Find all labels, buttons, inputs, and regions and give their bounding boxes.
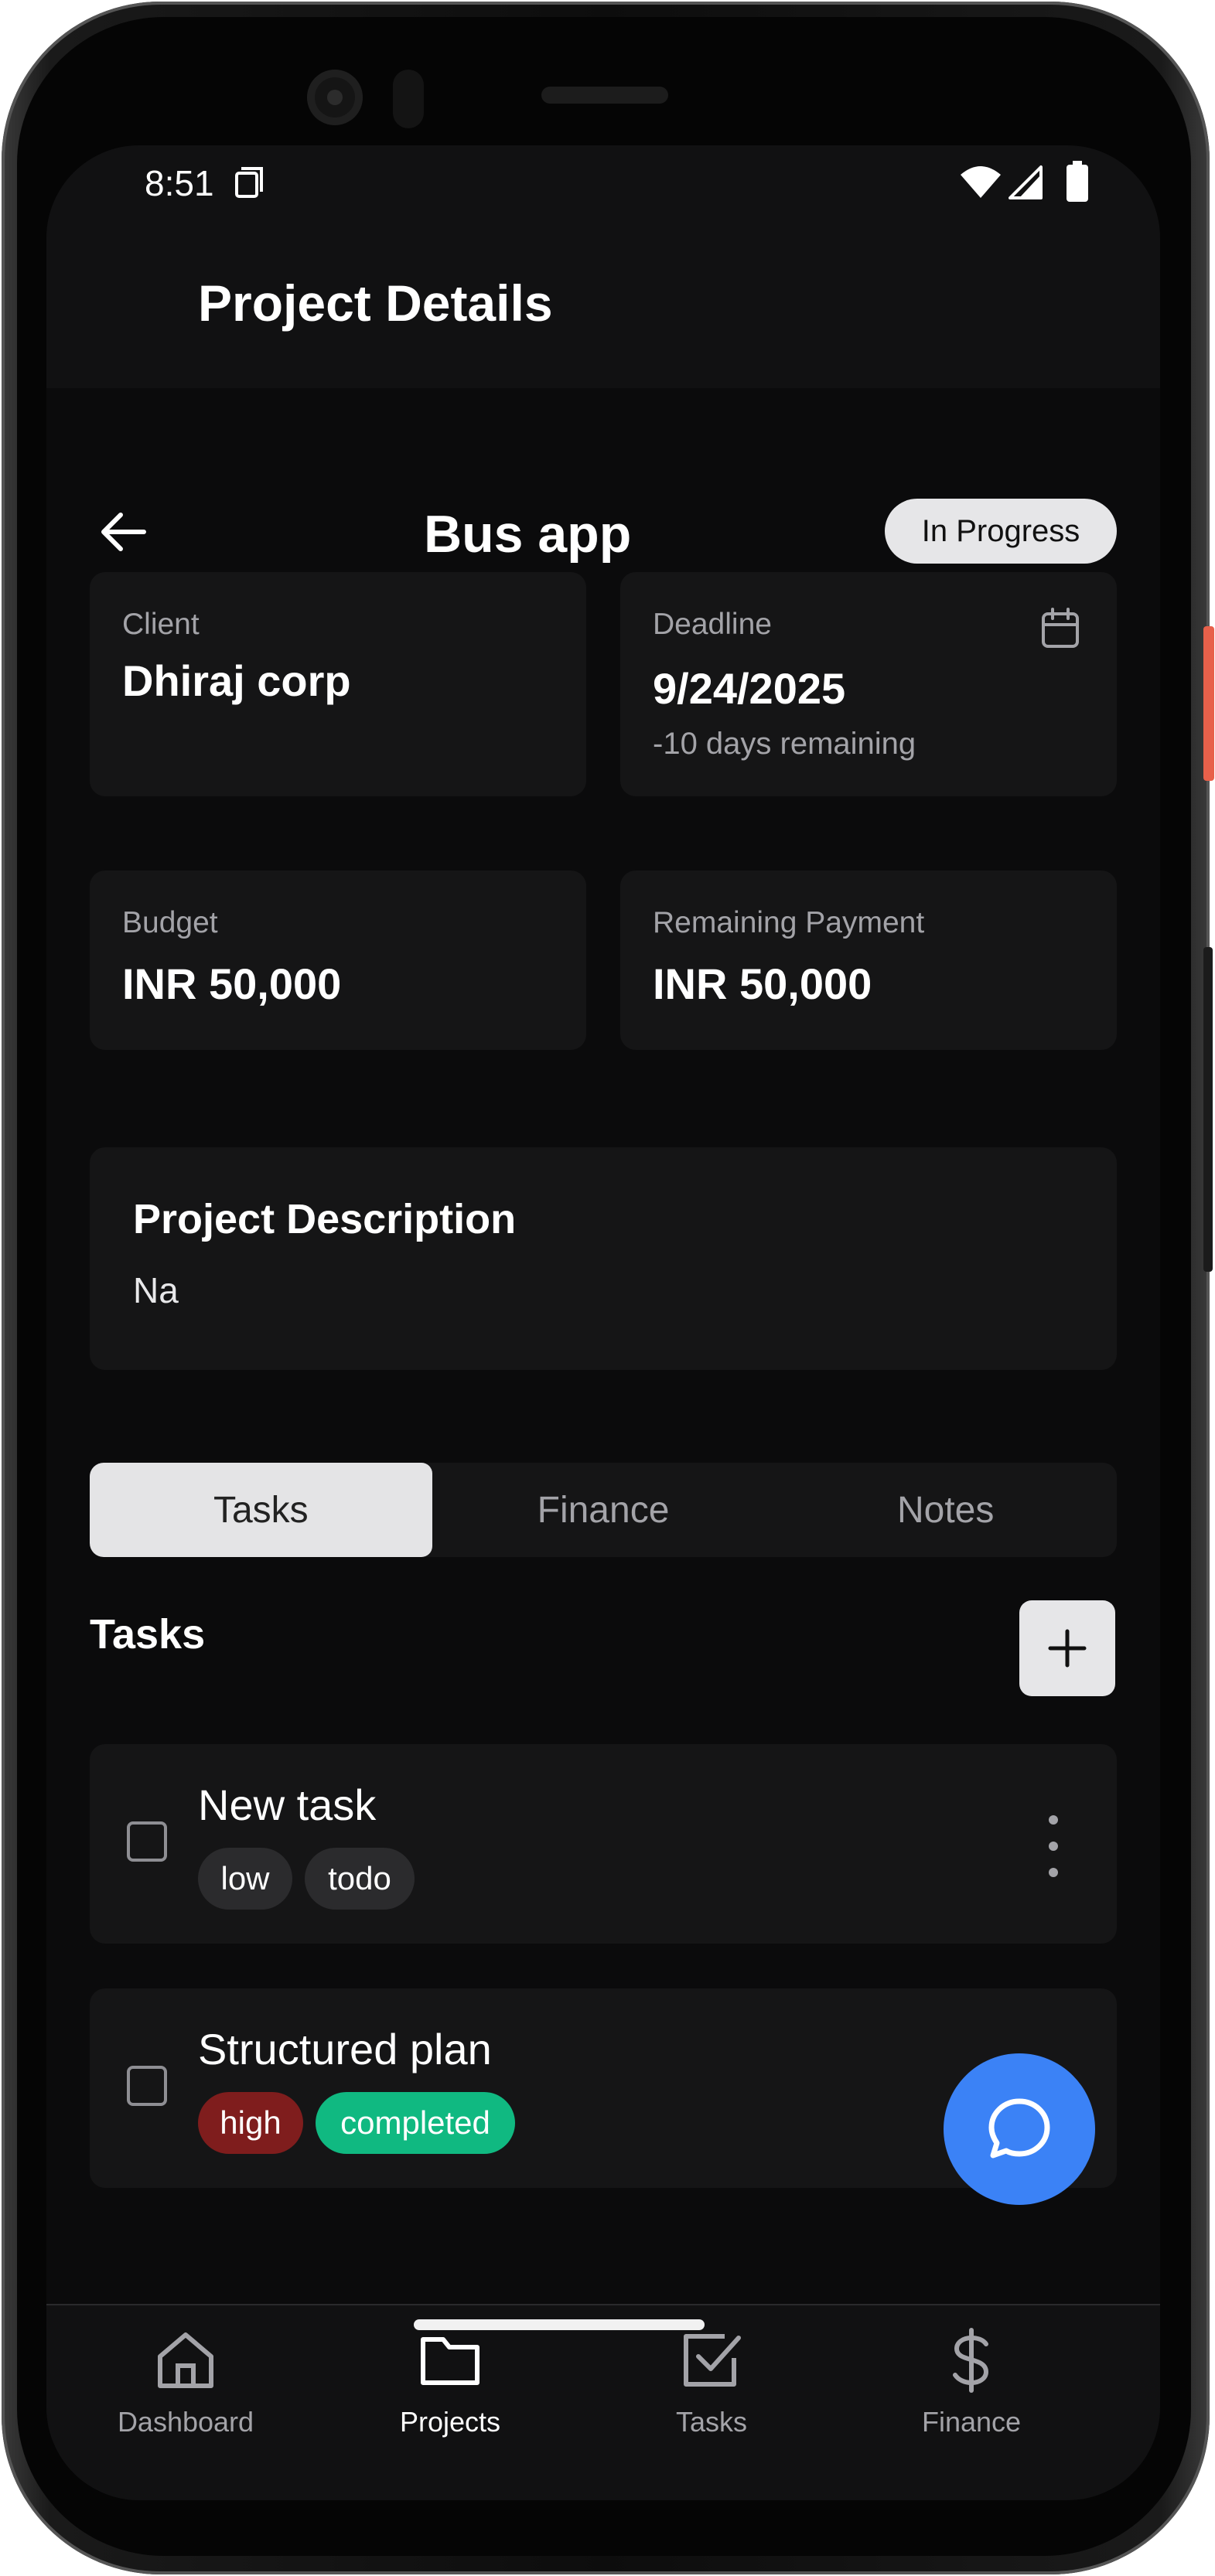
project-description-card: Project Description Na [90,1147,1117,1370]
checkbox-icon [684,2334,741,2387]
client-label: Client [122,608,200,641]
plus-icon [1048,1629,1087,1668]
battery-icon [1067,161,1088,202]
client-card: Client Dhiraj corp [90,572,586,796]
page-title: Project Details [198,274,553,332]
client-value: Dhiraj corp [122,656,351,705]
task-title: Structured plan [198,2025,492,2073]
project-name: Bus app [424,505,632,564]
priority-badge: high [198,2092,303,2154]
chat-fab-button[interactable] [944,2053,1095,2205]
status-badge: completed [316,2092,515,2154]
arrow-left-icon [101,513,146,551]
task-checkbox[interactable] [127,2066,167,2106]
proximity-sensor [393,70,424,128]
nav-tasks-label: Tasks [675,2406,748,2438]
top-app-bar: 8:51 Project Details [46,145,1160,388]
wifi-icon [961,166,1001,198]
add-task-button[interactable] [1019,1600,1115,1696]
calendar-icon [1042,608,1079,648]
status-badge: todo [305,1848,415,1910]
remaining-payment-value: INR 50,000 [653,959,872,1008]
nav-tasks[interactable]: Tasks [611,2327,812,2438]
tasks-section-title: Tasks [90,1611,206,1658]
budget-value: INR 50,000 [122,959,342,1008]
front-camera [307,70,363,125]
nav-projects[interactable]: Projects [350,2327,551,2438]
budget-card: Budget INR 50,000 [90,871,586,1050]
detail-tabs: Tasks Finance Notes [90,1463,1117,1557]
more-options-icon[interactable] [1046,1815,1061,1877]
nav-finance-label: Finance [921,2406,1022,2438]
status-time: 8:51 [145,163,214,203]
home-indicator[interactable] [414,2319,705,2330]
deadline-remaining: -10 days remaining [653,727,916,761]
status-bar: 8:51 [46,145,1160,223]
volume-button [1203,947,1213,1272]
status-badge: In Progress [885,499,1117,564]
power-button [1203,626,1214,781]
description-body: Na [133,1270,179,1310]
task-item[interactable]: New task low todo [90,1744,1117,1944]
task-title: New task [198,1780,377,1829]
home-icon [158,2332,213,2388]
bottom-navigation: Dashboard Projects Tasks Finance [46,2304,1160,2500]
nav-dashboard[interactable]: Dashboard [85,2327,286,2438]
description-title: Project Description [133,1196,517,1242]
sim-card-icon [235,167,263,198]
priority-badge: low [198,1848,292,1910]
tab-finance[interactable]: Finance [432,1463,775,1557]
dollar-icon [953,2328,989,2393]
app-screen: 8:51 Project Details Bus app In Progress [46,145,1160,2500]
earpiece-speaker [541,87,668,104]
budget-label: Budget [122,906,218,939]
nav-projects-label: Projects [399,2406,501,2438]
cell-signal-icon [1009,165,1043,199]
remaining-payment-label: Remaining Payment [653,906,925,939]
remaining-payment-card: Remaining Payment INR 50,000 [620,871,1117,1050]
deadline-value: 9/24/2025 [653,664,846,713]
tab-notes[interactable]: Notes [774,1463,1117,1557]
deadline-label: Deadline [653,608,772,641]
task-checkbox[interactable] [127,1821,167,1862]
chat-bubble-icon [988,2098,1050,2159]
back-button[interactable] [93,501,155,563]
nav-finance[interactable]: Finance [871,2327,1072,2438]
nav-dashboard-label: Dashboard [117,2406,254,2438]
folder-icon [421,2337,480,2385]
deadline-card: Deadline 9/24/2025 -10 days remaining [620,572,1117,796]
tab-tasks[interactable]: Tasks [90,1463,432,1557]
